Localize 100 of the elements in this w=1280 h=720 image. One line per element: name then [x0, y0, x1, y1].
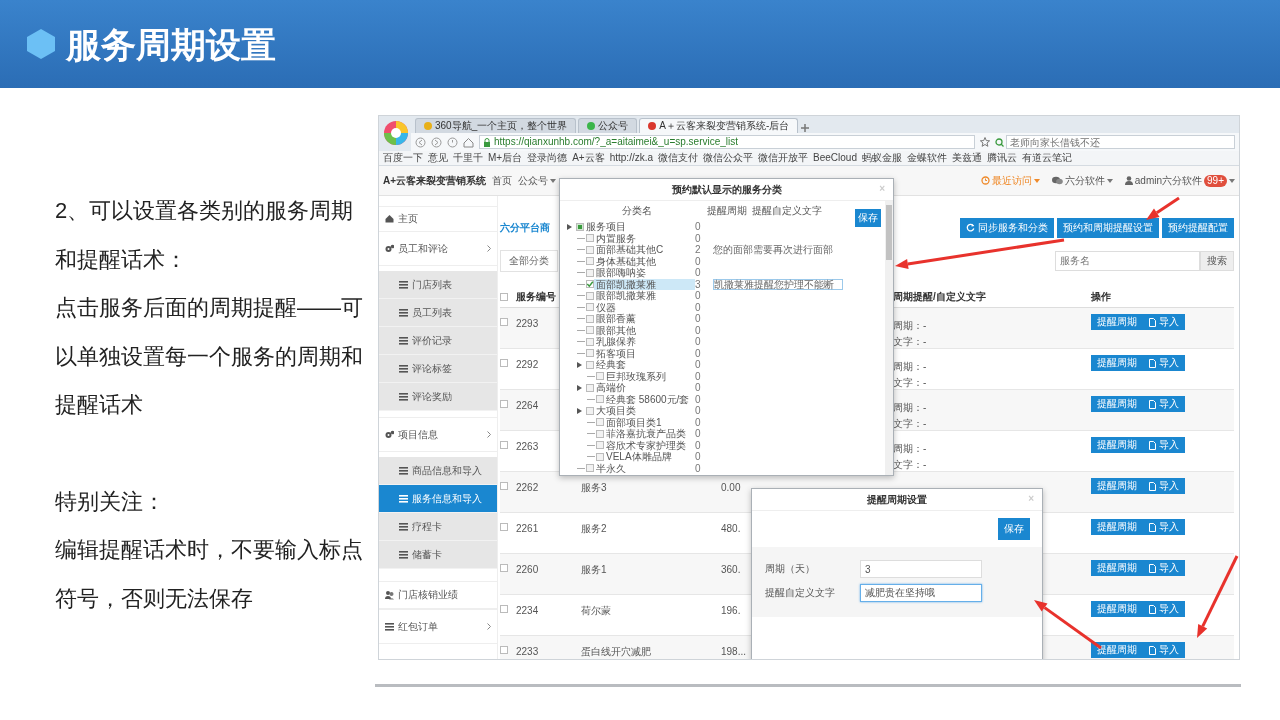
refresh-icon[interactable] — [447, 136, 458, 148]
app-brand[interactable]: A+云客来裂变营销系统 — [383, 174, 487, 187]
sidebar-item[interactable]: 评价记录 — [379, 327, 497, 355]
category-name[interactable]: 拓客项目 — [594, 347, 695, 359]
action-button[interactable]: 提醒周期 — [1091, 355, 1143, 371]
tree-checkbox[interactable] — [586, 406, 594, 415]
bookmark[interactable]: 微信公众平 — [703, 152, 754, 164]
category-name[interactable]: 大项目类 — [594, 405, 695, 417]
bookmark[interactable]: http://zk.a — [609, 152, 654, 164]
bookmark[interactable]: 登录尚德 — [527, 152, 568, 164]
bookmark[interactable]: 有道云笔记 — [1021, 152, 1072, 164]
back-icon[interactable] — [415, 136, 426, 148]
search-button[interactable]: 搜索 — [1200, 251, 1234, 271]
toolbar-button[interactable]: 预约提醒配置 — [1162, 217, 1234, 238]
category-name[interactable]: 面部基础其他C — [594, 244, 695, 256]
action-button[interactable]: 导入 — [1143, 437, 1185, 453]
tree-checkbox[interactable] — [596, 429, 604, 438]
sidebar-item[interactable]: 商品信息和导入 — [379, 457, 497, 485]
sidebar-item[interactable]: 红包订单 — [379, 609, 497, 644]
tree-checkbox[interactable] — [586, 291, 594, 300]
search-field[interactable]: 老师向家长借钱不还 — [1006, 135, 1235, 149]
category-select[interactable]: 全部分类 — [500, 250, 558, 272]
category-name[interactable]: 面部项目类1 — [604, 416, 695, 428]
tree-checkbox[interactable] — [586, 303, 594, 312]
action-button[interactable]: 提醒周期 — [1091, 601, 1143, 617]
action-button[interactable]: 提醒周期 — [1091, 437, 1143, 453]
tree-checkbox[interactable] — [576, 222, 584, 231]
sidebar-item[interactable]: 主页 — [379, 206, 497, 231]
category-name[interactable]: 眼部其他 — [594, 324, 695, 336]
browser-tab[interactable]: 360导航_一个主页，整个世界 — [415, 118, 577, 133]
action-button[interactable]: 提醒周期 — [1091, 519, 1143, 535]
category-name[interactable]: 高端价 — [594, 382, 695, 394]
sidebar-item[interactable]: 疗程卡 — [379, 513, 497, 541]
tree-checkbox[interactable] — [586, 337, 594, 346]
sidebar-item[interactable]: 服务信息和导入 — [379, 485, 497, 513]
bookmark[interactable]: BeeCloud — [813, 152, 857, 164]
row-checkbox[interactable] — [500, 400, 508, 408]
scrollbar-thumb[interactable] — [886, 205, 892, 260]
star-icon[interactable] — [980, 137, 990, 147]
home-icon[interactable] — [463, 136, 474, 148]
sidebar-item[interactable]: 员工和评论 — [379, 231, 497, 266]
tree-checkbox[interactable] — [596, 418, 604, 427]
category-name[interactable]: 眼部凯撒莱雅 — [594, 290, 695, 302]
bookmark[interactable]: A+云客 — [572, 152, 605, 164]
action-button[interactable]: 导入 — [1143, 478, 1185, 494]
bookmark[interactable]: 美兹通 — [951, 152, 982, 164]
bookmark[interactable]: M+后台 — [488, 152, 523, 164]
browser-tab[interactable]: A＋云客来裂变营销系统-后台 — [639, 118, 799, 133]
row-checkbox[interactable] — [500, 359, 508, 367]
bookmark[interactable]: 蚂蚁金服 — [861, 152, 902, 164]
tree-checkbox[interactable] — [596, 441, 604, 450]
tree-checkbox[interactable] — [596, 452, 604, 461]
action-button[interactable]: 导入 — [1143, 560, 1185, 576]
tree-checkbox[interactable] — [586, 349, 594, 358]
bookmark[interactable]: 微信支付 — [658, 152, 699, 164]
category-name[interactable]: 半永久 — [594, 462, 695, 474]
category-name[interactable]: 内置服务 — [594, 232, 695, 244]
bookmark[interactable]: 微信开放平 — [758, 152, 809, 164]
forward-icon[interactable] — [431, 136, 442, 148]
tree-checkbox[interactable] — [586, 280, 594, 289]
sidebar-item[interactable]: 评论标签 — [379, 355, 497, 383]
browser-tab[interactable]: 公众号 — [578, 118, 638, 133]
row-checkbox[interactable] — [500, 482, 508, 490]
sidebar-item[interactable]: 储蓄卡 — [379, 541, 497, 569]
category-name[interactable]: 菲洛嘉抗衰产品类 — [604, 428, 695, 440]
action-button[interactable]: 提醒周期 — [1091, 560, 1143, 576]
tree-checkbox[interactable] — [596, 395, 604, 404]
tree-checkbox[interactable] — [586, 383, 594, 392]
category-name[interactable]: 面部凯撒莱雅 — [594, 278, 695, 290]
action-button[interactable]: 提醒周期 — [1091, 396, 1143, 412]
action-button[interactable]: 导入 — [1143, 642, 1185, 658]
sidebar-item[interactable]: 评论奖励 — [379, 383, 497, 411]
input-field[interactable]: 3 — [860, 560, 982, 578]
scrollbar[interactable] — [885, 201, 893, 475]
tree-checkbox[interactable] — [586, 245, 594, 254]
action-button[interactable]: 提醒周期 — [1091, 314, 1143, 330]
category-name[interactable]: 乳腺保养 — [594, 336, 695, 348]
company-menu[interactable]: 六分软件 — [1051, 174, 1113, 187]
sidebar-item[interactable]: 门店核销业绩 — [379, 581, 497, 609]
tree-checkbox[interactable] — [586, 464, 594, 473]
category-name[interactable]: VELA体雕品牌 — [604, 451, 695, 463]
new-tab-icon[interactable] — [800, 123, 811, 133]
bookmark[interactable]: 金蝶软件 — [906, 152, 947, 164]
tree-checkbox[interactable] — [586, 268, 594, 277]
category-name[interactable]: 仪器 — [594, 301, 695, 313]
nav-dropdown[interactable]: 公众号 — [518, 174, 557, 187]
sidebar-item[interactable]: 员工列表 — [379, 299, 497, 327]
bookmark[interactable]: 腾讯云 — [986, 152, 1017, 164]
action-button[interactable]: 导入 — [1143, 355, 1185, 371]
action-button[interactable]: 导入 — [1143, 601, 1185, 617]
select-all-checkbox[interactable] — [500, 292, 508, 301]
tree-checkbox[interactable] — [596, 372, 604, 381]
row-checkbox[interactable] — [500, 441, 508, 449]
row-checkbox[interactable] — [500, 564, 508, 572]
bookmark[interactable]: 千里千 — [453, 152, 483, 164]
category-name[interactable]: 经典套 58600元/套 — [604, 393, 695, 405]
tree-checkbox[interactable] — [586, 314, 594, 323]
input-field[interactable]: 减肥贵在坚持哦 — [860, 584, 982, 602]
tree-checkbox[interactable] — [586, 326, 594, 335]
user-menu[interactable]: admin六分软件 99+ — [1124, 174, 1235, 187]
